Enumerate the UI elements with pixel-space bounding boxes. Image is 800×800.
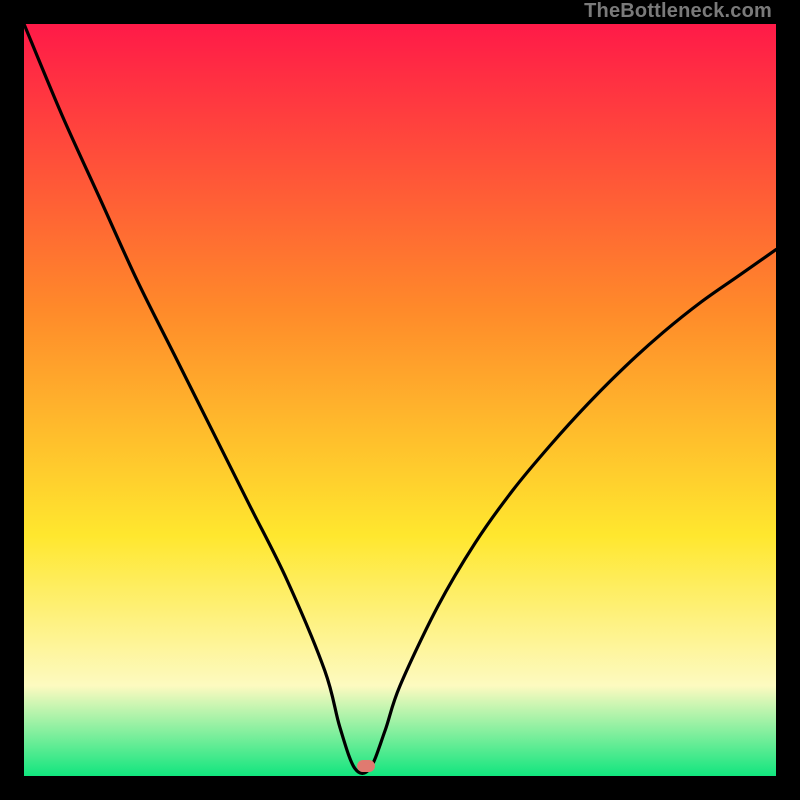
plot-area — [24, 24, 776, 776]
bottleneck-curve — [24, 24, 776, 776]
optimum-marker — [357, 760, 375, 772]
watermark-text: TheBottleneck.com — [584, 0, 772, 23]
chart-frame: TheBottleneck.com — [0, 0, 800, 800]
